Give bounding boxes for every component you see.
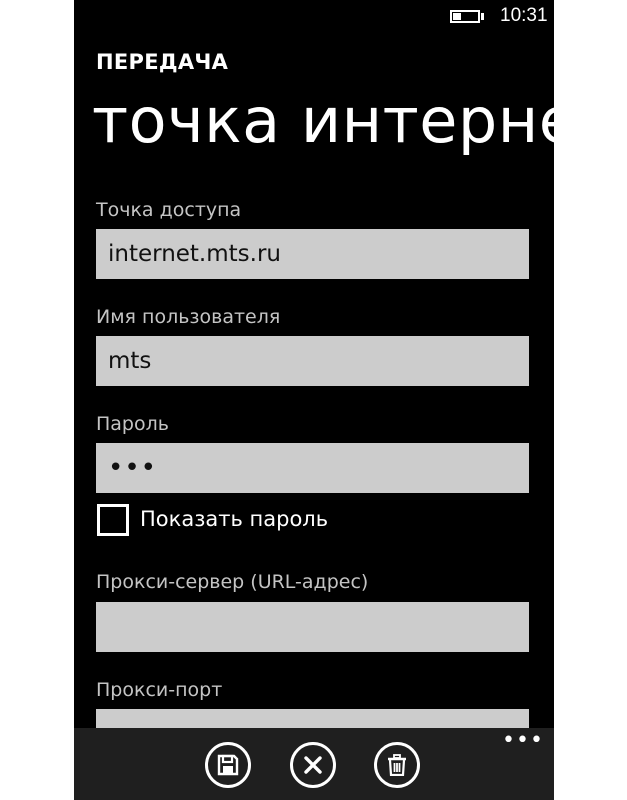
access-point-input[interactable]: internet.mts.ru — [96, 229, 529, 279]
more-menu-button[interactable]: ••• — [502, 728, 544, 753]
show-password-checkbox[interactable] — [97, 504, 129, 536]
access-point-label: Точка доступа — [96, 199, 242, 221]
username-input[interactable]: mts — [96, 336, 529, 386]
password-input[interactable]: ••• — [96, 443, 529, 493]
username-label: Имя пользователя — [96, 306, 281, 328]
clock: 10:31 — [500, 5, 548, 26]
cancel-button[interactable] — [290, 742, 336, 788]
trash-icon — [388, 754, 406, 776]
battery-icon — [450, 10, 480, 23]
app-title: ПЕРЕДАЧА — [96, 50, 229, 74]
proxy-server-label: Прокси-сервер (URL-адрес) — [96, 571, 369, 593]
proxy-server-input[interactable] — [96, 602, 529, 652]
phone-screen: 10:31 ПЕРЕДАЧА точка интернет Точка дост… — [74, 0, 554, 800]
delete-button[interactable] — [374, 742, 420, 788]
close-icon — [304, 756, 322, 774]
password-label: Пароль — [96, 413, 169, 435]
save-icon — [217, 754, 239, 776]
status-bar: 10:31 — [74, 0, 554, 32]
page-title: точка интернет — [92, 84, 554, 157]
proxy-port-label: Прокси-порт — [96, 679, 223, 701]
save-button[interactable] — [205, 742, 251, 788]
app-bar: ••• — [74, 728, 554, 800]
battery-tip — [481, 13, 484, 20]
battery-level — [453, 13, 461, 20]
show-password-label[interactable]: Показать пароль — [140, 507, 328, 531]
